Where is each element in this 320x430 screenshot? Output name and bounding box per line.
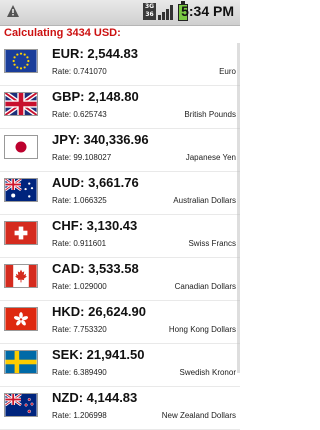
list-item[interactable]: GBP: 2,148.80 Rate: 0.625743 British Pou… [0,86,240,129]
converted-amount: CAD: 3,533.58 [52,261,139,276]
signal-strength-icon [158,5,173,20]
exchange-rate: Rate: 1.029000 [52,282,107,291]
list-item[interactable]: JPY: 340,336.96 Rate: 99.108027 Japanese… [0,129,240,172]
newzealand-flag-icon [4,393,38,417]
exchange-rate: Rate: 6.389490 [52,368,107,377]
currency-list: EUR: 2,544.83 Rate: 0.741070 Euro GBP: 2… [0,43,240,430]
japan-flag-icon [4,135,38,159]
list-item[interactable]: AUD: 3,661.76 Rate: 1.066325 Australian … [0,172,240,215]
status-time: 5:34 PM [181,3,234,19]
exchange-rate: Rate: 0.741070 [52,67,107,76]
converted-amount: SEK: 21,941.50 [52,347,145,362]
list-item[interactable]: EUR: 2,544.83 Rate: 0.741070 Euro [0,43,240,86]
scrollbar[interactable] [237,43,240,373]
currency-name: Swedish Kronor [179,368,236,377]
currency-name: Japanese Yen [185,153,236,162]
status-bar: 3G 36 5:34 PM [0,0,240,26]
hongkong-flag-icon [4,307,38,331]
list-item[interactable]: CAD: 3,533.58 Rate: 1.029000 Canadian Do… [0,258,240,301]
currency-name: Hong Kong Dollars [168,325,236,334]
australia-flag-icon [4,178,38,202]
currency-name: Canadian Dollars [174,282,236,291]
eu-flag-icon [4,49,38,73]
converted-amount: EUR: 2,544.83 [52,46,138,61]
exchange-rate: Rate: 0.911601 [52,239,107,248]
currency-name: Swiss Francs [188,239,236,248]
canada-flag-icon [4,264,38,288]
exchange-rate: Rate: 0.625743 [52,110,107,119]
currency-name: Euro [219,67,236,76]
list-item[interactable]: CHF: 3,130.43 Rate: 0.911601 Swiss Franc… [0,215,240,258]
converted-amount: NZD: 4,144.83 [52,390,138,405]
sweden-flag-icon [4,350,38,374]
converted-amount: JPY: 340,336.96 [52,132,149,147]
currency-name: Australian Dollars [173,196,236,205]
currency-name: British Pounds [184,110,236,119]
exchange-rate: Rate: 1.066325 [52,196,107,205]
exchange-rate: Rate: 99.108027 [52,153,112,162]
exchange-rate: Rate: 1.206998 [52,411,107,420]
uk-flag-icon [4,92,38,116]
converted-amount: GBP: 2,148.80 [52,89,139,104]
list-item[interactable]: HKD: 26,624.90 Rate: 7.753320 Hong Kong … [0,301,240,344]
converted-amount: HKD: 26,624.90 [52,304,146,319]
network-type-icon: 3G 36 [143,3,156,20]
page-title: Calculating 3434 USD: [4,27,121,39]
exchange-rate: Rate: 7.753320 [52,325,107,334]
currency-name: New Zealand Dollars [161,411,236,420]
usb-notification-icon [7,5,19,17]
converted-amount: CHF: 3,130.43 [52,218,138,233]
list-item[interactable]: SEK: 21,941.50 Rate: 6.389490 Swedish Kr… [0,344,240,387]
list-item[interactable]: NZD: 4,144.83 Rate: 1.206998 New Zealand… [0,387,240,430]
converted-amount: AUD: 3,661.76 [52,175,139,190]
switzerland-flag-icon [4,221,38,245]
